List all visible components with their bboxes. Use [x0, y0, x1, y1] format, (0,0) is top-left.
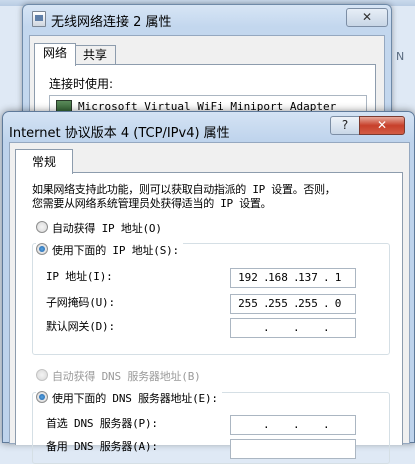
- side-text: N: [396, 50, 405, 63]
- help-button[interactable]: ?: [330, 116, 360, 135]
- close-button[interactable]: ✕: [359, 116, 405, 135]
- ipv4-properties-dialog: Internet 协议版本 4 (TCP/IPv4) 属性 ? ✕ 常规 如果网…: [2, 111, 415, 464]
- network-connection-icon: [32, 11, 46, 27]
- description-line: 如果网络支持此功能，则可以获取自动指派的 IP 设置。否则，: [32, 183, 336, 196]
- ip-octet: 255: [238, 297, 258, 310]
- ip-octet: 0: [334, 297, 342, 310]
- dialog-client-area: 常规 如果网络支持此功能，则可以获取自动指派的 IP 设置。否则， 您需要从网络…: [9, 142, 410, 464]
- general-tab-panel: 如果网络支持此功能，则可以获取自动指派的 IP 设置。否则， 您需要从网络系统管…: [15, 172, 403, 464]
- ip-octet: 255: [268, 297, 288, 310]
- auto-dns-label: 自动获得 DNS 服务器地址(B): [52, 370, 201, 383]
- ip-octet: 168: [268, 271, 288, 284]
- manual-dns-radio[interactable]: 使用下面的 DNS 服务器地址(E):: [36, 391, 222, 407]
- close-button[interactable]: ✕: [346, 8, 388, 27]
- ip-octet: 192: [238, 271, 258, 284]
- auto-ip-label: 自动获得 IP 地址(O): [52, 222, 162, 235]
- tab-sharing[interactable]: 共享: [74, 45, 116, 65]
- alternate-dns-field[interactable]: [230, 439, 356, 459]
- radio-checked-icon: [36, 391, 48, 403]
- ip-octet: 1: [334, 271, 342, 284]
- dialog-title: Internet 协议版本 4 (TCP/IPv4) 属性: [9, 126, 230, 141]
- ip-octet: 255: [298, 297, 318, 310]
- tab-general[interactable]: 常规: [15, 149, 73, 174]
- tab-network[interactable]: 网络: [34, 43, 76, 66]
- manual-ip-radio[interactable]: 使用下面的 IP 地址(S):: [36, 243, 183, 259]
- ip-octet: 137: [298, 271, 318, 284]
- window-title: 无线网络连接 2 属性: [51, 15, 172, 30]
- auto-ip-radio[interactable]: 自动获得 IP 地址(O): [36, 221, 166, 237]
- radio-unchecked-icon: [36, 221, 48, 233]
- connect-using-label: 连接时使用:: [49, 77, 114, 91]
- subnet-mask-field[interactable]: 255. 255. 255. 0: [230, 294, 356, 314]
- subnet-mask-label: 子网掩码(U):: [46, 296, 115, 309]
- auto-dns-radio[interactable]: 自动获得 DNS 服务器地址(B): [36, 369, 205, 385]
- description-text: 如果网络支持此功能，则可以获取自动指派的 IP 设置。否则， 您需要从网络系统管…: [32, 183, 392, 211]
- description-line: 您需要从网络系统管理员处获得适当的 IP 设置。: [32, 197, 272, 210]
- ip-address-label: IP 地址(I):: [46, 270, 113, 283]
- radio-disabled-icon: [36, 369, 48, 381]
- gateway-label: 默认网关(D):: [46, 320, 115, 333]
- ip-address-field[interactable]: 192. 168. 137. 1: [230, 268, 356, 288]
- alternate-dns-label: 备用 DNS 服务器(A):: [46, 440, 158, 453]
- preferred-dns-field[interactable]: ...: [230, 415, 356, 435]
- preferred-dns-label: 首选 DNS 服务器(P):: [46, 417, 158, 430]
- gateway-field[interactable]: ...: [230, 318, 356, 338]
- radio-checked-icon: [36, 243, 48, 255]
- manual-ip-label: 使用下面的 IP 地址(S):: [52, 244, 179, 257]
- manual-dns-label: 使用下面的 DNS 服务器地址(E):: [52, 392, 218, 405]
